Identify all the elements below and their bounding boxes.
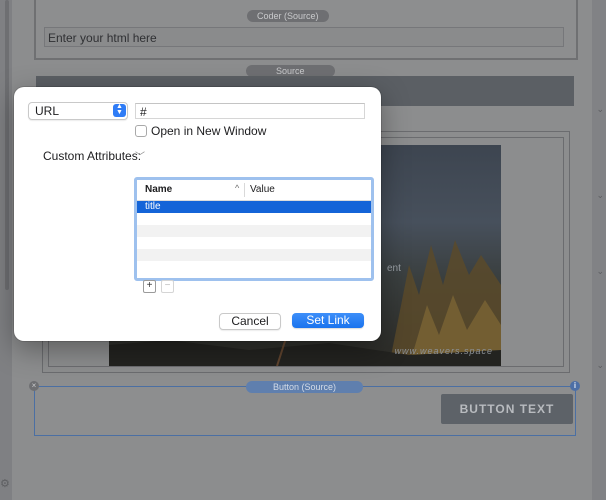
table-row[interactable]: title (137, 201, 371, 213)
chevron-down-icon[interactable]: ⌄ (596, 104, 604, 115)
table-row-empty (137, 249, 371, 261)
table-header: Name ^ Value (137, 180, 371, 201)
info-icon[interactable]: i (570, 381, 580, 391)
set-link-button[interactable]: Set Link (292, 313, 364, 328)
custom-attributes-label: Custom Attributes: (43, 149, 142, 163)
table-row-empty (137, 225, 371, 237)
close-icon[interactable]: × (29, 381, 39, 391)
table-cell-name[interactable]: title (145, 201, 161, 213)
left-scrollbar[interactable] (5, 0, 9, 290)
chevron-down-icon[interactable]: ﹀ (135, 148, 145, 163)
html-input[interactable]: Enter your html here (44, 27, 564, 47)
table-row-empty (137, 261, 371, 273)
button-text-element[interactable]: BUTTON TEXT (441, 394, 573, 424)
column-header-name[interactable]: Name (145, 184, 172, 195)
cancel-button[interactable]: Cancel (219, 313, 281, 330)
open-new-window-checkbox[interactable] (135, 125, 147, 137)
chevron-down-icon[interactable]: ⌄ (596, 266, 604, 277)
open-new-window-label[interactable]: Open in New Window (151, 124, 266, 138)
column-header-value[interactable]: Value (250, 184, 275, 195)
link-type-value: URL (35, 104, 60, 118)
column-divider[interactable] (244, 183, 245, 197)
chevron-down-icon[interactable]: ⌄ (596, 360, 604, 371)
coder-source-tag[interactable]: Coder (Source) (247, 10, 329, 22)
link-dialog: URL ▲ ▼ # Open in New Window Custom Attri… (14, 87, 381, 341)
link-type-select[interactable]: URL ▲ ▼ (28, 102, 128, 120)
photo-watermark: www.weavers.space (394, 346, 493, 356)
remove-attribute-button[interactable]: − (161, 280, 174, 293)
chevron-down-icon[interactable]: ⌄ (596, 190, 604, 201)
button-source-tag[interactable]: Button (Source) (246, 381, 364, 393)
table-row-empty (137, 213, 371, 225)
gear-icon[interactable]: ⚙ (0, 477, 10, 490)
url-field[interactable]: # (135, 103, 365, 119)
left-gutter (0, 0, 12, 500)
right-gutter: ⌄ ⌄ ⌄ ⌄ (592, 0, 606, 500)
sort-ascending-icon[interactable]: ^ (235, 183, 239, 193)
updown-chevron-icon: ▲ ▼ (113, 103, 126, 117)
table-row-empty (137, 237, 371, 249)
add-attribute-button[interactable]: + (143, 280, 156, 293)
attributes-table[interactable]: Name ^ Value title (134, 177, 374, 281)
photo-caption: ent (387, 263, 401, 274)
